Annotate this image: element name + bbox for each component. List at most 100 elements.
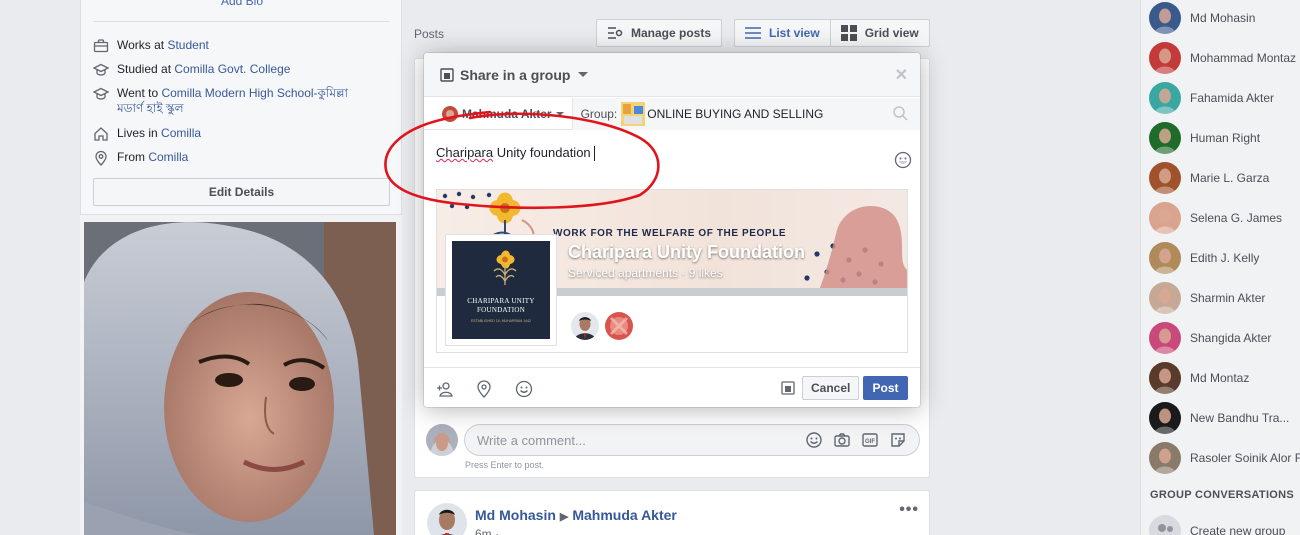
contact-item[interactable]: Marie L. Garza <box>1149 162 1300 194</box>
went-link-line2[interactable]: মডার্ণ হাই স্কুল <box>117 101 184 115</box>
post-text-rest: Unity foundation <box>493 145 591 160</box>
close-icon[interactable]: ✕ <box>895 65 908 85</box>
from-prefix: From <box>117 150 149 164</box>
list-view-label: List view <box>769 26 820 40</box>
post-header: Md Mohasin ▶ Mahmuda Akter 6m · <box>427 503 677 535</box>
share-icon[interactable] <box>781 381 795 395</box>
group-name: ONLINE BUYING AND SELLING <box>647 106 824 121</box>
contact-item[interactable]: Md Montaz <box>1149 362 1300 394</box>
emoji-icon[interactable] <box>805 431 823 449</box>
camera-icon[interactable] <box>833 431 851 449</box>
contact-name: Fahamida Akter <box>1190 91 1275 105</box>
dialog-title[interactable]: Share in a group <box>460 67 570 83</box>
page-logo-subtext: ESTABLISHED 16, MUHARRAM 1442 <box>470 319 532 323</box>
contact-item[interactable]: Mohammad Montaz <box>1149 42 1300 74</box>
page-logo-name: CHARIPARA UNITY FOUNDATION <box>467 297 535 314</box>
from-link[interactable]: Comilla <box>148 150 188 164</box>
contact-name: Selena G. James <box>1190 211 1283 225</box>
post-text-input[interactable]: Charipara Unity foundation <box>436 145 595 162</box>
avatar[interactable] <box>603 310 635 342</box>
home-icon <box>93 126 109 142</box>
shared-page-preview[interactable]: WORK FOR THE WELFARE OF THE PEOPLE Chari… <box>436 189 908 353</box>
view-toggle: List view Grid view <box>734 19 930 47</box>
graduation-cap-icon <box>92 86 110 102</box>
dialog-footer: Cancel Post <box>424 367 920 407</box>
post-card: Md Mohasin ▶ Mahmuda Akter 6m · ••• <box>414 490 930 535</box>
comment-placeholder: Write a comment... <box>477 432 586 448</box>
avatar[interactable] <box>569 310 601 342</box>
list-view-button[interactable]: List view <box>735 20 830 46</box>
contact-item[interactable]: Edith J. Kelly <box>1149 242 1300 274</box>
intro-lives: Lives in Comilla <box>93 126 201 142</box>
avatar <box>1149 362 1181 394</box>
contact-name: Edith J. Kelly <box>1190 251 1260 265</box>
divider <box>93 21 389 22</box>
add-bio-link[interactable]: Add Bio <box>81 0 403 8</box>
lives-link[interactable]: Comilla <box>161 126 201 140</box>
contact-name: Md Mohasin <box>1190 11 1256 25</box>
cancel-button[interactable]: Cancel <box>802 376 860 400</box>
location-pin-icon[interactable] <box>476 380 492 398</box>
contact-item[interactable]: Rasoler Soinik Alor F <box>1149 442 1300 474</box>
contact-item[interactable]: Fahamida Akter <box>1149 82 1300 114</box>
chevron-down-icon <box>555 111 564 116</box>
page-subtitle: Serviced apartments · 9 likes <box>568 266 723 280</box>
contact-item[interactable]: Human Right <box>1149 122 1300 154</box>
contact-name: Rasoler Soinik Alor F <box>1190 451 1300 465</box>
avatar <box>1149 242 1181 274</box>
lives-prefix: Lives in <box>117 126 162 140</box>
contact-item[interactable]: Md Mohasin <box>1149 2 1300 34</box>
comment-composer: Write a comment... GIF <box>426 424 920 456</box>
contact-name: Sharmin Akter <box>1190 291 1266 305</box>
contact-name: Md Montaz <box>1190 371 1250 385</box>
post-as-selector[interactable]: Mahmuda Akter <box>424 98 572 130</box>
studied-link[interactable]: Comilla Govt. College <box>174 62 290 76</box>
intro-work: Works at Student <box>93 38 209 54</box>
sticker-icon[interactable] <box>889 431 907 449</box>
post-button[interactable]: Post <box>863 376 908 400</box>
arrow-right-icon: ▶ <box>559 511 569 523</box>
profile-photo[interactable] <box>84 222 396 535</box>
tag-people-icon[interactable] <box>436 380 454 398</box>
edit-details-button[interactable]: Edit Details <box>93 178 390 206</box>
create-group-button[interactable]: Create new group <box>1149 515 1285 535</box>
create-group-label: Create new group <box>1190 524 1286 535</box>
contact-name: New Bandhu Tra... <box>1190 411 1290 425</box>
misspelled-word: Charipara <box>436 145 494 160</box>
grid-icon <box>840 25 857 41</box>
avatar <box>1149 42 1181 74</box>
share-icon <box>440 67 454 82</box>
contact-item[interactable]: New Bandhu Tra... <box>1149 402 1300 434</box>
audience-bar: Mahmuda Akter Group: ONLINE BUYING AND S… <box>424 97 920 130</box>
group-label: Group: <box>580 106 618 121</box>
works-link[interactable]: Student <box>167 38 208 52</box>
contact-item[interactable]: Shangida Akter <box>1149 322 1300 354</box>
emoji-icon[interactable] <box>894 151 912 169</box>
contact-name: Mohammad Montaz <box>1190 51 1297 65</box>
group-selector[interactable]: Group: ONLINE BUYING AND SELLING <box>571 97 920 130</box>
grid-view-button[interactable]: Grid view <box>831 20 929 46</box>
avatar[interactable] <box>427 503 467 535</box>
manage-posts-label: Manage posts <box>631 26 712 40</box>
contact-item[interactable]: Sharmin Akter <box>1149 282 1300 314</box>
page-title[interactable]: Charipara Unity Foundation <box>568 242 805 263</box>
went-link[interactable]: Comilla Modern High School-কুমিল্লা <box>161 86 348 100</box>
post-target-link[interactable]: Mahmuda Akter <box>572 507 677 523</box>
intro-school: Went to Comilla Modern High School-কুমিল… <box>92 86 348 116</box>
gif-icon[interactable]: GIF <box>861 431 879 449</box>
comment-input[interactable]: Write a comment... GIF <box>464 424 920 456</box>
emoji-icon[interactable] <box>515 380 533 398</box>
works-prefix: Works at <box>117 38 168 52</box>
more-options-icon[interactable]: ••• <box>899 501 919 519</box>
post-author-link[interactable]: Md Mohasin <box>475 507 556 523</box>
dialog-header: Share in a group <box>424 53 920 97</box>
page-profile-picture[interactable]: CHARIPARA UNITY FOUNDATION ESTABLISHED 16… <box>445 234 557 346</box>
contact-item[interactable]: Selena G. James <box>1149 202 1300 234</box>
chevron-down-icon[interactable] <box>578 72 589 77</box>
post-timestamp[interactable]: 6m · <box>475 527 677 535</box>
avatar <box>1149 202 1181 234</box>
avatar <box>1149 442 1181 474</box>
manage-posts-button[interactable]: Manage posts <box>596 19 723 47</box>
group-conversations-heading: GROUP CONVERSATIONS <box>1150 489 1295 501</box>
search-icon[interactable] <box>892 105 908 121</box>
